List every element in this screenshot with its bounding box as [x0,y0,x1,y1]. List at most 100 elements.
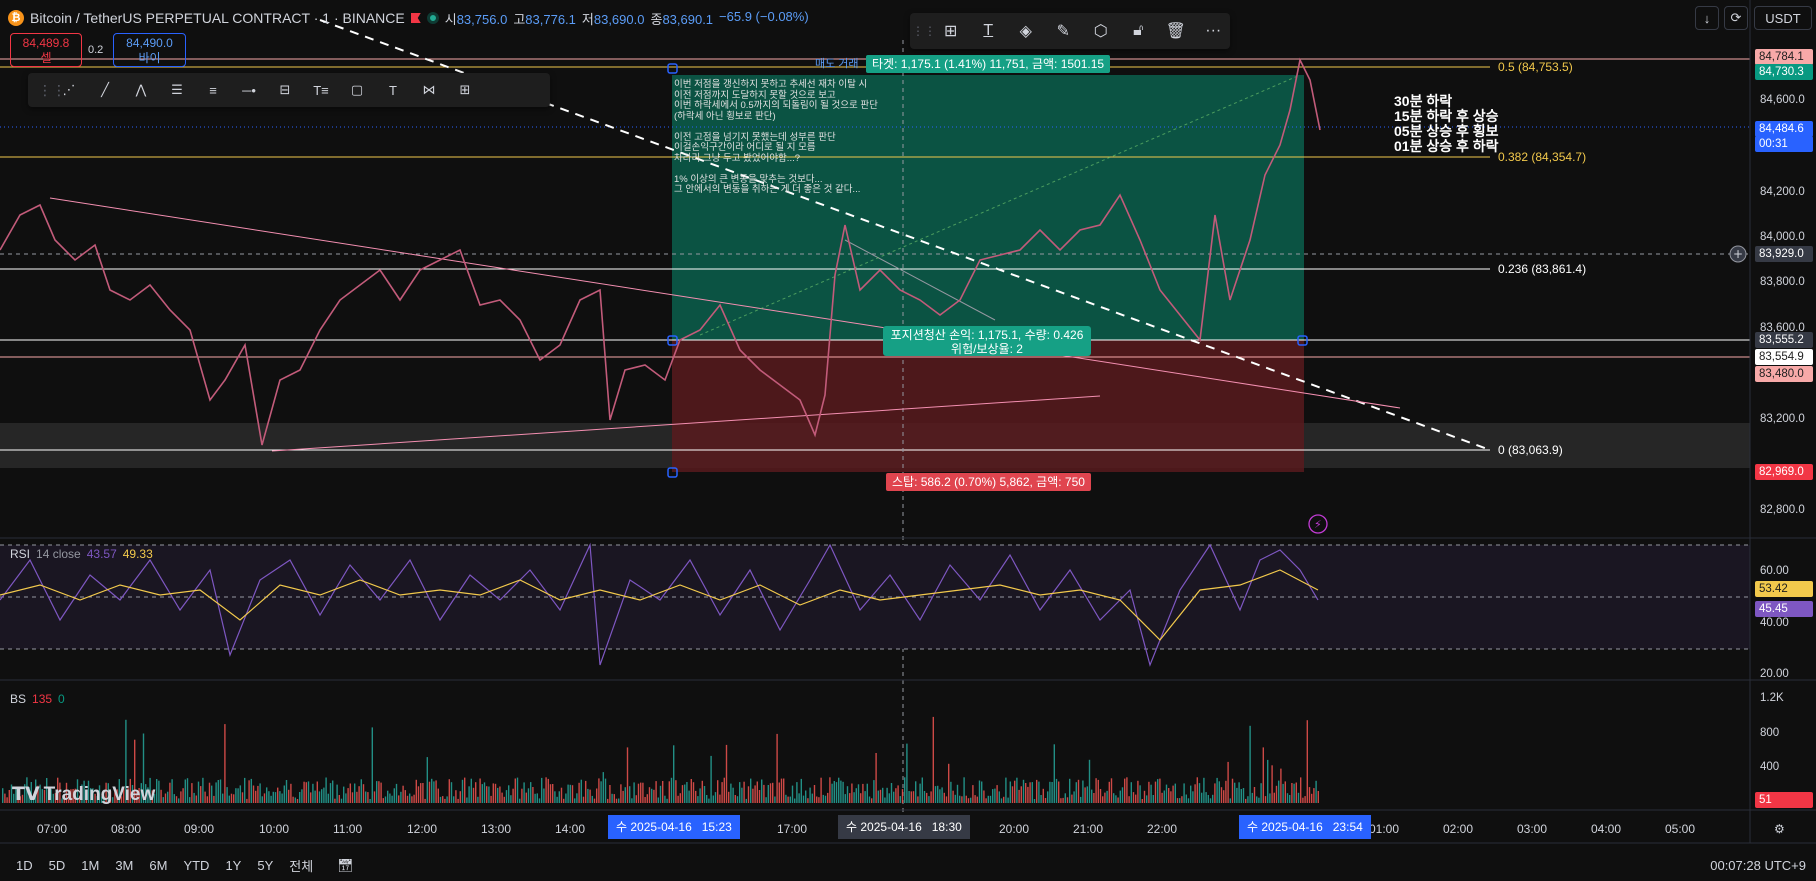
note-annotation[interactable]: 이번 저점을 갱신하지 못하고 추세선 재차 이탈 시 이전 저점까지 도달하지… [674,79,914,196]
pattern-icon[interactable]: ⋈ [414,77,444,103]
drag-handle-icon[interactable]: ⋮⋮ [38,82,66,99]
volume-value: 135 [32,692,53,706]
price-tag: 84,784.1 [1755,49,1813,65]
volume-bar [371,727,373,803]
volume-bar [1069,778,1071,803]
volume-bar [950,781,952,803]
volume-bar [640,782,642,803]
range-5y-button[interactable]: 5Y [257,858,273,873]
volume-bar [494,783,497,803]
volume-bar [303,781,305,803]
time-highlight: 수 2025-04-16 18:30 [838,815,970,839]
price-tag: 83,929.0 [1755,246,1813,262]
volume-bar [659,785,662,803]
volume-bar [972,785,974,803]
settings-icon[interactable]: ⬡ [1084,17,1118,45]
volume-bar [411,796,413,803]
elliott-wave-icon[interactable]: ⋰ [54,77,84,103]
tradingview-logo[interactable]: 𝗧𝗩 TradingView [12,783,155,806]
range-1y-button[interactable]: 1Y [225,858,241,873]
volume-legend[interactable]: BS 135 0 [10,692,65,706]
text-icon[interactable]: T [378,77,408,103]
volume-bar [338,795,340,803]
text-edit-icon[interactable]: T [972,17,1006,45]
sell-button[interactable]: 84,489.8 셀 [10,33,82,67]
range-ytd-button[interactable]: YTD [183,858,209,873]
volume-bar [1269,793,1271,803]
volume-bar [798,793,800,803]
volume-bar [367,792,369,803]
volume-bar [1207,795,1209,803]
volume-bar [175,796,178,803]
volume-bar [301,789,303,803]
volume-bar [477,796,479,803]
date-range-icon[interactable]: 📅︎ [337,858,354,874]
trend-line-icon[interactable]: ╱ [90,77,120,103]
fib-retracement-icon[interactable]: ☰ [162,77,192,103]
volume-bar [1183,783,1185,803]
volume-bar [393,788,395,803]
volume-bar [184,779,186,803]
range-3m-button[interactable]: 3M [115,858,133,873]
volume-bar [486,786,488,803]
drag-handle-icon[interactable]: ⋮⋮ [912,17,936,45]
trash-icon[interactable]: 🗑︎ [1159,17,1193,45]
range-all-button[interactable]: 전체 [289,856,313,875]
volume-bar [349,783,351,803]
settings-icon[interactable]: ⚙ [1774,822,1785,836]
volume-bar [811,793,813,803]
download-icon[interactable]: ↓ [1695,6,1719,30]
rectangle-icon[interactable]: ▢ [342,77,372,103]
volume-bar [248,780,250,803]
time-label: 02:00 [1443,822,1474,836]
volume-bar [906,743,908,803]
refresh-icon[interactable]: ⟳ [1724,6,1748,30]
fill-color-icon[interactable]: ◈ [1009,17,1043,45]
volume-bar [369,799,371,803]
fib-level-label: 0.236 (83,861.4) [1498,262,1587,276]
flag-icon[interactable] [410,13,421,23]
add-alert-icon[interactable]: ⊞ [934,17,968,45]
volume-bar [831,783,833,803]
rsi-legend[interactable]: RSI 14 close 43.57 49.33 [10,547,153,561]
more-icon[interactable]: ··· [1197,17,1231,45]
volume-bar [820,777,822,803]
volume-bar [437,788,439,803]
high-key: 고 [513,11,526,27]
line-color-icon[interactable]: ✎ [1047,17,1081,45]
volume-bar [530,782,532,803]
range-1m-button[interactable]: 1M [81,858,99,873]
volume-bar [239,785,241,803]
volume-bar [684,784,686,803]
horizontal-ray-icon[interactable]: ─• [234,77,264,103]
volume-bar [624,787,626,803]
volume-bar [1082,780,1084,803]
timeframe-note[interactable]: 30분 하락 15분 하락 후 상승 05분 상승 후 횡보 01분 상승 후 … [1394,94,1499,154]
volume-bar [692,782,695,803]
text-tool-icon[interactable]: T≡ [306,77,336,103]
volume-bar [376,781,378,803]
clock-display[interactable]: 00:07:28 UTC+9 [1710,858,1806,873]
pnl-label[interactable]: 포지션청산 손익: 1,175.1, 수량: 0.426 위험/보상율: 2 [883,326,1091,356]
parallel-channel-icon[interactable]: ⊟ [270,77,300,103]
volume-bar [1225,780,1227,803]
volume-bar [699,788,701,803]
volume-bar [794,798,796,803]
volume-bar [855,788,857,803]
range-6m-button[interactable]: 6M [149,858,167,873]
currency-select[interactable]: USDT [1754,6,1812,30]
range-1d-button[interactable]: 1D [16,858,33,873]
volume-bar [741,787,743,803]
volume-bar [263,793,266,803]
buy-button[interactable]: 84,490.0 바이 [113,33,186,67]
regression-icon[interactable]: ⊞ [450,77,480,103]
abcd-pattern-icon[interactable]: ⋀ [126,77,156,103]
volume-bar [611,793,613,803]
fib-channel-icon[interactable]: ≡ [198,77,228,103]
range-5d-button[interactable]: 5D [49,858,66,873]
volume-bar [389,793,391,803]
symbol-title[interactable]: Bitcoin / TetherUS PERPETUAL CONTRACT · … [30,10,405,26]
lock-icon[interactable]: 🔓︎ [1122,17,1156,45]
volume-bar [490,795,492,803]
volume-bar [266,787,268,803]
